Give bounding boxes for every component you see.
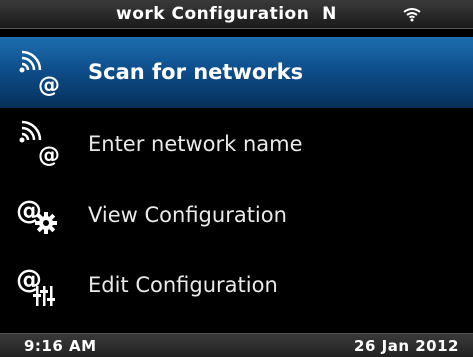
menu-item-edit-configuration[interactable]: @ Edit Configuration [0,250,473,321]
svg-text:@: @ [38,143,60,168]
svg-text:@: @ [38,73,60,98]
title-bar: work Configuration N [0,0,473,29]
menu-item-label: Edit Configuration [88,273,278,297]
menu-item-view-configuration[interactable]: @ View Configuration [0,179,473,250]
menu-item-enter-network-name[interactable]: @ Enter network name [0,108,473,179]
status-bar: 9:16 AM 26 Jan 2012 [0,333,473,357]
menu-item-label: Scan for networks [88,60,304,84]
at-sliders-icon: @ [16,265,55,306]
screen-title: work Configuration N [116,4,337,24]
menu-item-label: View Configuration [88,203,287,227]
at-gear-icon: @ [16,196,57,234]
status-date: 26 Jan 2012 [354,337,459,355]
wireless-at-icon: @ [19,120,60,168]
status-time: 9:16 AM [24,337,97,355]
menu-item-label: Enter network name [88,132,303,156]
menu-item-scan-for-networks[interactable]: @ Scan for networks [0,37,473,108]
wifi-icon [403,8,421,22]
wireless-at-icon: @ [19,50,60,98]
